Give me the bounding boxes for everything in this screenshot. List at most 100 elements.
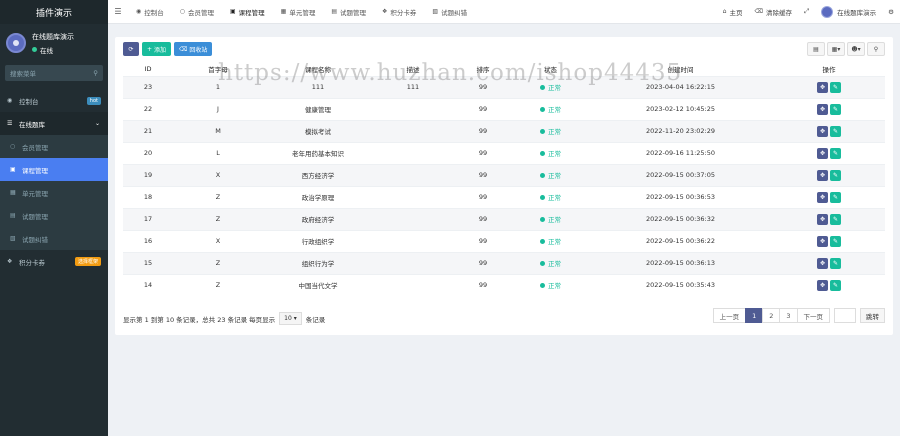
tab-questions[interactable]: ▤ 试题管理 [323,0,374,24]
col-header-id[interactable]: ID [123,62,173,76]
table-row[interactable]: 21 M 模拟考试 99 正常 2022-11-20 23:02:29 ✥ ✎ [123,119,885,142]
jump-button[interactable]: 跳转 [860,308,885,323]
edit-pencil-icon[interactable]: ✎ [830,257,841,269]
page-1-button[interactable]: 1 [745,308,764,323]
cell-name: 模拟考试 [263,119,373,142]
sidebar-item-corrections[interactable]: ▧ 试题纠错 [0,227,108,250]
drag-sort-icon[interactable]: ✥ [817,235,828,247]
drag-sort-icon[interactable]: ✥ [817,257,828,269]
cell-created: 2022-09-15 00:36:53 [588,185,773,208]
drag-sort-icon[interactable]: ✥ [817,213,828,225]
menu-search-input[interactable]: 搜索菜单 ⚲ [5,65,103,81]
page-size-select[interactable]: 10 ▾ [279,312,302,325]
status-dot-icon [540,194,545,200]
table-row[interactable]: 17 Z 政府经济学 99 正常 2022-09-15 00:36:32 ✥ ✎ [123,207,885,230]
status-badge[interactable]: 正常 [540,280,561,290]
col-header-letter[interactable]: 首字母 [173,62,263,76]
edit-pencil-icon[interactable]: ✎ [830,235,841,247]
edit-pencil-icon[interactable]: ✎ [830,81,841,93]
status-badge[interactable]: 正常 [540,82,561,92]
status-badge[interactable]: 正常 [540,148,561,158]
col-header-created[interactable]: 创建时间 [588,62,773,76]
drag-sort-icon[interactable]: ✥ [817,169,828,181]
table-row[interactable]: 15 Z 组织行为学 99 正常 2022-09-15 00:36:13 ✥ ✎ [123,251,885,274]
table-row[interactable]: 14 Z 中国当代文学 99 正常 2022-09-15 00:35:43 ✥ ✎ [123,273,885,296]
page-2-button[interactable]: 2 [762,308,781,323]
cell-id: 19 [123,163,173,186]
edit-pencil-icon[interactable]: ✎ [830,125,841,137]
export-button[interactable]: ☻▾ [847,42,865,56]
cell-id: 20 [123,141,173,164]
sidebar-item-questions[interactable]: ▤ 试题管理 [0,204,108,227]
edit-pencil-icon[interactable]: ✎ [830,191,841,203]
edit-pencil-icon[interactable]: ✎ [830,103,841,115]
sidebar-item-units[interactable]: ▦ 单元管理 [0,181,108,204]
book-icon: ▣ [230,8,236,15]
table-row[interactable]: 16 X 行政组织学 99 正常 2022-09-15 00:36:22 ✥ ✎ [123,229,885,252]
app-logo[interactable]: 插件演示 [0,0,108,24]
edit-pencil-icon[interactable]: ✎ [830,147,841,159]
tab-members[interactable]: ○ 会员管理 [172,0,222,24]
cell-letter: Z [173,273,263,296]
drag-sort-icon[interactable]: ✥ [817,103,828,115]
sidebar-item-points[interactable]: ❖ 积分卡券 选择框架 [0,250,108,273]
sidebar-item-dashboard[interactable]: ◉ 控制台 hot [0,89,108,112]
fullscreen-icon[interactable]: ⤢ [798,7,815,16]
col-header-desc[interactable]: 描述 [373,62,453,76]
next-page-button[interactable]: 下一页 [796,308,830,323]
pagination-info: 显示第 1 到第 10 条记录，总共 23 条记录 每页显示 10 ▾ 条记录 [123,312,325,325]
status-badge[interactable]: 正常 [540,236,561,246]
clear-cache-button[interactable]: ⌫ 清除缓存 [748,7,797,17]
home-link[interactable]: ⌂ 主页 [717,7,749,17]
table-row[interactable]: 19 X 西方经济学 99 正常 2022-09-15 00:37:05 ✥ ✎ [123,163,885,186]
cell-desc [373,251,453,274]
prev-page-button[interactable]: 上一页 [712,308,747,323]
table-row[interactable]: 20 L 老年用药基本知识 99 正常 2022-09-16 11:25:50 ✥ ✎ [123,141,885,164]
search-icon[interactable]: ⚲ [93,69,98,77]
cell-actions: ✥ ✎ [773,119,885,142]
status-badge[interactable]: 正常 [540,214,561,224]
drag-sort-icon[interactable]: ✥ [817,125,828,137]
toggle-view-button[interactable]: ▤ [807,42,825,56]
drag-sort-icon[interactable]: ✥ [817,147,828,159]
page-3-button[interactable]: 3 [779,308,798,323]
status-badge[interactable]: 正常 [540,104,561,114]
cell-letter: Z [173,185,263,208]
settings-gear-icon[interactable]: ⚙ [882,8,900,16]
search-button[interactable]: ⚲ [867,42,885,56]
tab-units[interactable]: ▦ 单元管理 [273,0,324,24]
col-header-sort[interactable]: 排序 [453,62,513,76]
sidebar-item-question-bank[interactable]: ☰ 在线题库 ⌄ [0,112,108,135]
tab-corrections[interactable]: ▧ 试题纠错 [424,0,475,24]
tab-courses[interactable]: ▣ 课程管理 [222,0,273,24]
drag-sort-icon[interactable]: ✥ [817,191,828,203]
toolbar: ⟳ + 添加 ⌫ 回收站 [123,42,213,56]
columns-button[interactable]: ▦▾ [827,42,845,56]
table-row[interactable]: 18 Z 政治学原理 99 正常 2022-09-15 00:36:53 ✥ ✎ [123,185,885,208]
sidebar-item-label: 试题纠错 [22,235,48,244]
edit-pencil-icon[interactable]: ✎ [830,169,841,181]
cell-actions: ✥ ✎ [773,251,885,274]
recycle-button[interactable]: ⌫ 回收站 [173,42,213,56]
menu-toggle-icon[interactable]: ☰ [108,7,128,16]
drag-sort-icon[interactable]: ✥ [817,81,828,93]
sidebar-item-members[interactable]: ○ 会员管理 [0,135,108,158]
jump-page-input[interactable] [834,308,856,323]
admin-menu[interactable]: 在线题库演示 [815,5,882,18]
status-badge[interactable]: 正常 [540,258,561,268]
tab-dashboard[interactable]: ◉ 控制台 [128,0,172,24]
col-header-name[interactable]: 课程名称 [263,62,373,76]
tab-points[interactable]: ❖ 积分卡券 [374,0,424,24]
table-row[interactable]: 22 J 健康管理 99 正常 2023-02-12 10:45:25 ✥ ✎ [123,97,885,120]
status-badge[interactable]: 正常 [540,126,561,136]
edit-pencil-icon[interactable]: ✎ [830,279,841,291]
status-badge[interactable]: 正常 [540,170,561,180]
table-row[interactable]: 23 1 111 111 99 正常 2023-04-04 16:22:15 ✥ ✎ [123,75,885,98]
add-button[interactable]: + 添加 [142,42,171,56]
edit-pencil-icon[interactable]: ✎ [830,213,841,225]
sidebar-item-courses[interactable]: ▣ 课程管理 [0,158,108,181]
refresh-button[interactable]: ⟳ [123,42,139,56]
drag-sort-icon[interactable]: ✥ [817,279,828,291]
status-badge[interactable]: 正常 [540,192,561,202]
col-header-status[interactable]: 状态 [513,62,588,76]
